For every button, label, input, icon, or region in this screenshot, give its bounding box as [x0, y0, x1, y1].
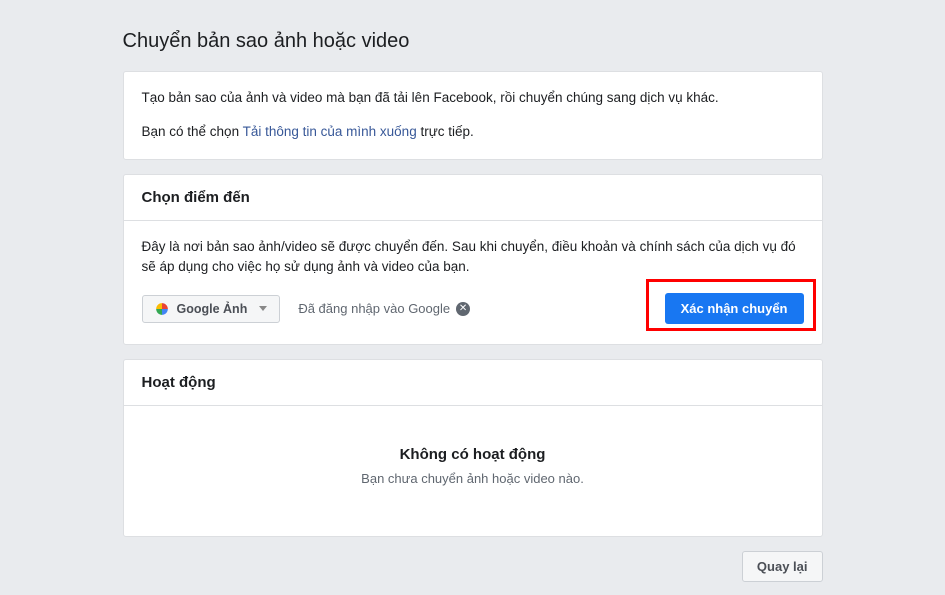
- destination-dropdown[interactable]: Google Ảnh: [142, 295, 281, 323]
- intro-line1: Tạo bản sao của ảnh và video mà bạn đã t…: [142, 88, 804, 108]
- chevron-down-icon: [259, 306, 267, 311]
- download-info-link[interactable]: Tải thông tin của mình xuống: [243, 124, 417, 139]
- login-status-text: Đã đăng nhập vào Google: [298, 301, 450, 316]
- back-button[interactable]: Quay lại: [742, 551, 823, 582]
- destination-card: Chọn điểm đến Đây là nơi bản sao ảnh/vid…: [123, 174, 823, 346]
- confirm-transfer-button[interactable]: Xác nhận chuyển: [665, 293, 804, 324]
- page-title: Chuyển bản sao ảnh hoặc video: [123, 30, 823, 53]
- intro-line2: Bạn có thể chọn Tải thông tin của mình x…: [142, 122, 804, 142]
- clear-login-icon[interactable]: ✕: [456, 302, 470, 316]
- destination-header: Chọn điểm đến: [124, 175, 822, 221]
- google-photos-icon: [155, 302, 169, 316]
- login-status: Đã đăng nhập vào Google ✕: [298, 301, 470, 316]
- activity-header: Hoạt động: [124, 360, 822, 406]
- intro-line2-prefix: Bạn có thể chọn: [142, 124, 243, 139]
- intro-line2-suffix: trực tiếp.: [417, 124, 474, 139]
- destination-selected: Google Ảnh: [177, 302, 248, 316]
- destination-description: Đây là nơi bản sao ảnh/video sẽ được chu…: [142, 237, 804, 278]
- intro-card: Tạo bản sao của ảnh và video mà bạn đã t…: [123, 71, 823, 160]
- activity-empty-subtitle: Bạn chưa chuyển ảnh hoặc video nào.: [142, 471, 804, 486]
- activity-empty-title: Không có hoạt động: [142, 446, 804, 463]
- activity-card: Hoạt động Không có hoạt động Bạn chưa ch…: [123, 359, 823, 537]
